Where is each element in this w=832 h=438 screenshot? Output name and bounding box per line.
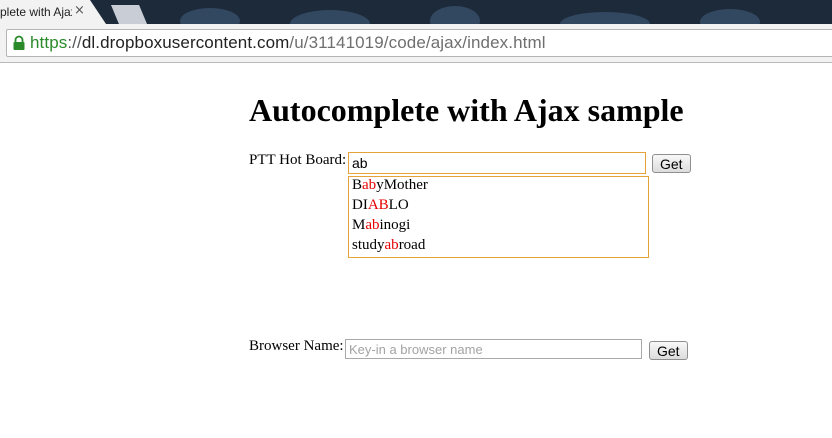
tab-title: plete with Ajax bbox=[0, 5, 72, 19]
suggestion-text: road bbox=[398, 237, 426, 253]
address-bar[interactable]: https://dl.dropboxusercontent.com/u/3114… bbox=[6, 29, 832, 57]
background-decoration bbox=[290, 10, 370, 24]
suggestion-match: ab bbox=[365, 217, 380, 233]
suggestion-text: study bbox=[352, 237, 385, 253]
browser-name-input[interactable] bbox=[345, 339, 642, 359]
url-path: /u/31141019/code/ajax/index.html bbox=[289, 33, 546, 52]
suggestion-item[interactable]: studyabroad bbox=[349, 237, 648, 257]
suggestion-match: ab bbox=[362, 177, 377, 193]
background-decoration bbox=[430, 6, 480, 24]
suggestion-text: yMother bbox=[376, 177, 428, 193]
suggestion-text: inogi bbox=[379, 217, 411, 233]
background-decoration bbox=[180, 8, 240, 24]
close-icon[interactable]: × bbox=[74, 3, 85, 18]
suggestion-match: ab bbox=[384, 237, 399, 253]
ptt-get-button[interactable]: Get bbox=[652, 154, 691, 173]
background-decoration bbox=[560, 12, 650, 24]
browser-tab[interactable]: plete with Ajax × bbox=[0, 0, 106, 24]
page-title: Autocomplete with Ajax sample bbox=[249, 92, 684, 128]
suggestion-item[interactable]: Mabinogi bbox=[349, 217, 648, 237]
browser-name-label: Browser Name: bbox=[249, 338, 344, 354]
ptt-hot-board-label: PTT Hot Board: bbox=[249, 152, 347, 168]
browser-get-button[interactable]: Get bbox=[649, 341, 688, 360]
tab-strip: plete with Ajax × bbox=[0, 0, 832, 24]
url-scheme: https bbox=[30, 33, 68, 52]
lock-icon bbox=[13, 35, 25, 50]
url-text[interactable]: https://dl.dropboxusercontent.com/u/3114… bbox=[30, 33, 546, 53]
suggestion-text: M bbox=[352, 217, 366, 233]
suggestion-text: DI bbox=[352, 197, 368, 213]
url-host: dl.dropboxusercontent.com bbox=[81, 33, 290, 52]
autocomplete-dropdown: BabyMother DIABLO Mabinogi studyabroad bbox=[348, 176, 649, 258]
suggestion-text: B bbox=[352, 177, 363, 193]
suggestion-item[interactable]: BabyMother bbox=[349, 177, 648, 197]
new-tab-button[interactable] bbox=[111, 5, 147, 24]
suggestion-item[interactable]: DIABLO bbox=[349, 197, 648, 217]
url-separator: :// bbox=[67, 33, 82, 52]
background-decoration bbox=[700, 9, 760, 24]
browser-toolbar: https://dl.dropboxusercontent.com/u/3114… bbox=[0, 24, 832, 63]
suggestion-match: AB bbox=[367, 197, 389, 213]
ptt-board-input[interactable] bbox=[348, 152, 646, 174]
suggestion-text: LO bbox=[388, 197, 409, 213]
